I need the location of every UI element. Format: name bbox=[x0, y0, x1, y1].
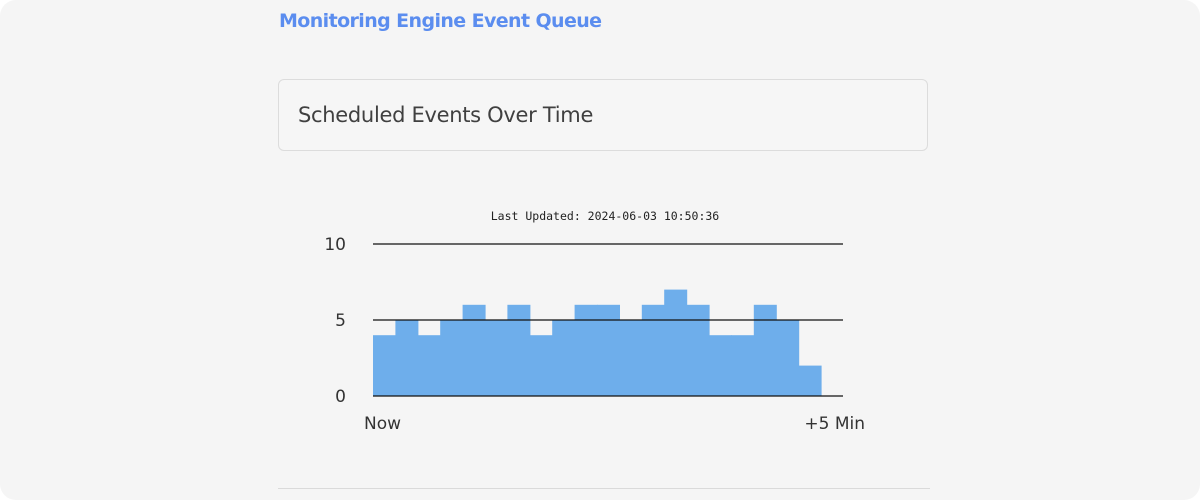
chart-bar bbox=[395, 320, 419, 396]
chart-bar bbox=[574, 304, 598, 396]
chart-bar bbox=[798, 365, 822, 396]
y-tick-label: 10 bbox=[324, 235, 346, 255]
y-tick-label: 0 bbox=[335, 387, 346, 407]
chart-bar bbox=[507, 304, 531, 396]
chart-bar bbox=[552, 320, 576, 396]
chart-bar bbox=[440, 320, 464, 396]
x-label-start: Now bbox=[364, 414, 401, 434]
chart-bar bbox=[709, 335, 732, 396]
bottom-divider bbox=[278, 488, 930, 489]
chart-subtitle: Last Updated: 2024-06-03 10:50:36 bbox=[491, 209, 720, 223]
chart-bar bbox=[529, 335, 553, 396]
chart-bar bbox=[731, 335, 755, 396]
page: Monitoring Engine Event Queue Scheduled … bbox=[0, 0, 1200, 500]
chart-bar bbox=[664, 289, 688, 396]
chart-bar bbox=[417, 335, 441, 396]
y-tick-label: 5 bbox=[335, 311, 346, 331]
chart-bar bbox=[462, 304, 486, 396]
chart-bar bbox=[373, 335, 396, 396]
chart-bar bbox=[619, 320, 643, 396]
chart-bar bbox=[485, 320, 508, 396]
chart-bar bbox=[641, 304, 665, 396]
chart-bar bbox=[597, 304, 620, 396]
events-chart: Last Updated: 2024-06-03 10:50:36 0 5 10 Now… bbox=[324, 209, 865, 434]
x-label-end: +5 Min bbox=[804, 414, 865, 434]
chart-bar bbox=[776, 320, 800, 396]
chart-bar bbox=[686, 304, 710, 396]
chart-bar bbox=[753, 304, 777, 396]
